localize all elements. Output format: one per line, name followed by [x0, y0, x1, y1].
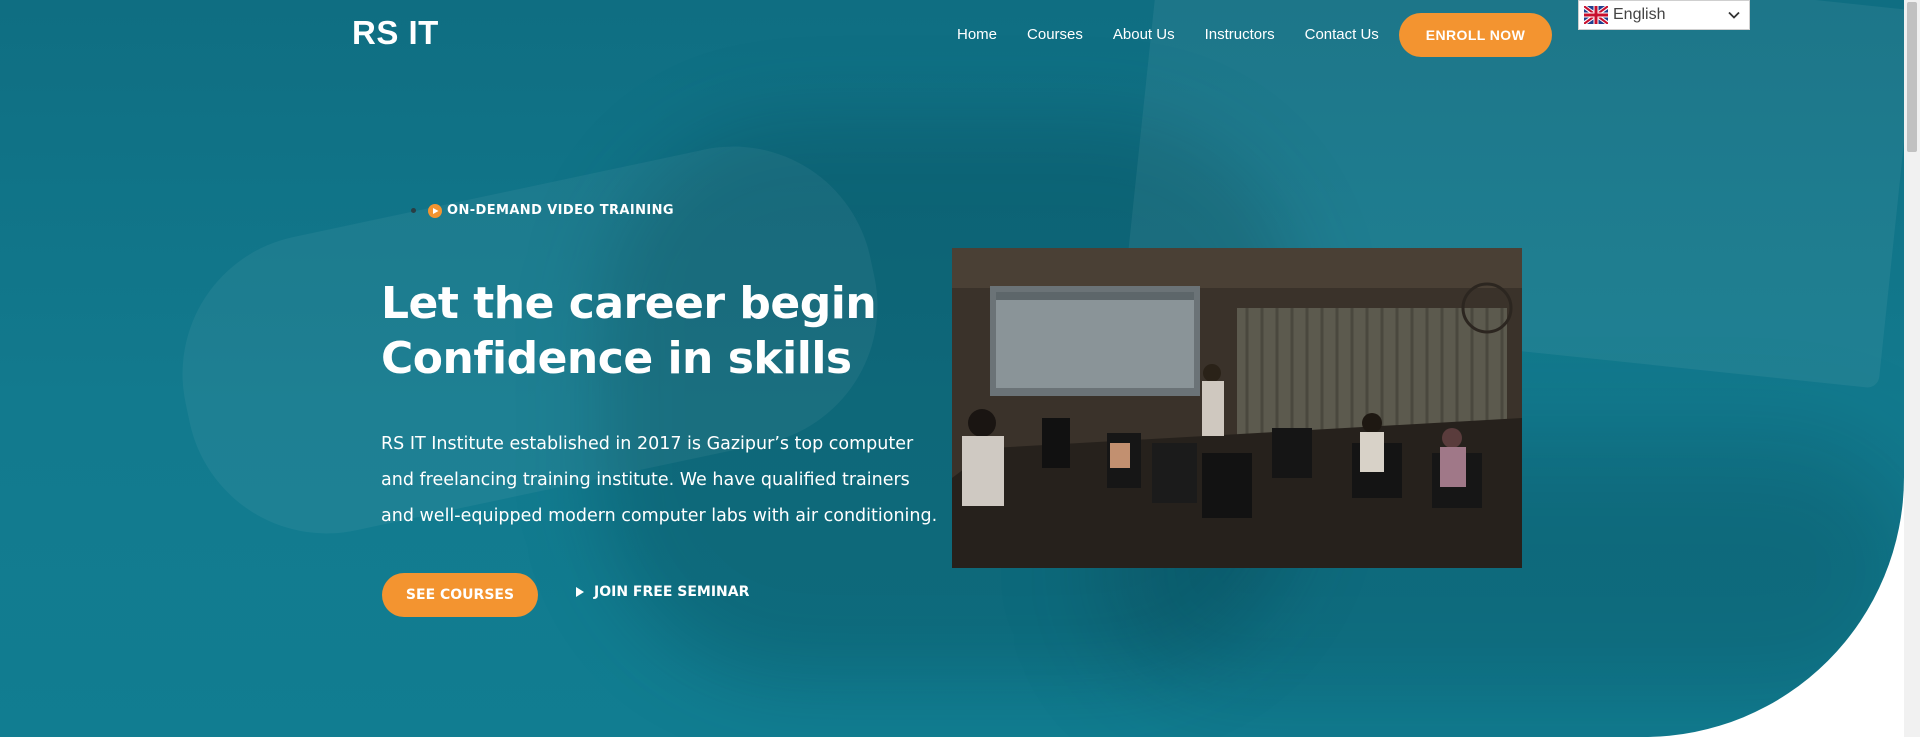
classroom-photo: [952, 248, 1522, 568]
language-select[interactable]: English: [1578, 0, 1750, 30]
chevron-down-icon: [1728, 11, 1740, 19]
hero-headline: Let the career begin Confidence in skill…: [381, 276, 877, 386]
uk-flag-icon: [1584, 6, 1608, 24]
headline-line-1: Let the career begin: [381, 278, 877, 329]
headline-line-2: Confidence in skills: [381, 333, 852, 384]
page-scrollbar[interactable]: [1904, 0, 1920, 737]
nav-instructors[interactable]: Instructors: [1205, 26, 1275, 43]
seminar-link-label: JOIN FREE SEMINAR: [594, 584, 750, 600]
hero-description: RS IT Institute established in 2017 is G…: [381, 434, 938, 526]
nav-contact-us[interactable]: Contact Us: [1305, 26, 1379, 43]
tagline-row: ON-DEMAND VIDEO TRAINING: [411, 203, 674, 218]
see-courses-button[interactable]: SEE COURSES: [382, 573, 538, 617]
main-nav: Home Courses About Us Instructors Contac…: [957, 26, 1409, 43]
nav-courses[interactable]: Courses: [1027, 26, 1083, 43]
join-free-seminar-link[interactable]: JOIN FREE SEMINAR: [576, 584, 749, 600]
hero-section: RS IT Home Courses About Us Instructors …: [0, 0, 1904, 737]
caret-right-icon: [576, 587, 584, 597]
nav-about-us[interactable]: About Us: [1113, 26, 1175, 43]
play-circle-icon: [428, 203, 442, 218]
nav-home[interactable]: Home: [957, 26, 997, 43]
scrollbar-thumb[interactable]: [1907, 2, 1917, 152]
bullet-dot: [411, 208, 416, 213]
site-logo[interactable]: RS IT: [352, 14, 439, 52]
tagline-text: ON-DEMAND VIDEO TRAINING: [447, 203, 674, 218]
language-label: English: [1613, 6, 1666, 23]
enroll-now-button[interactable]: ENROLL NOW: [1399, 13, 1552, 57]
